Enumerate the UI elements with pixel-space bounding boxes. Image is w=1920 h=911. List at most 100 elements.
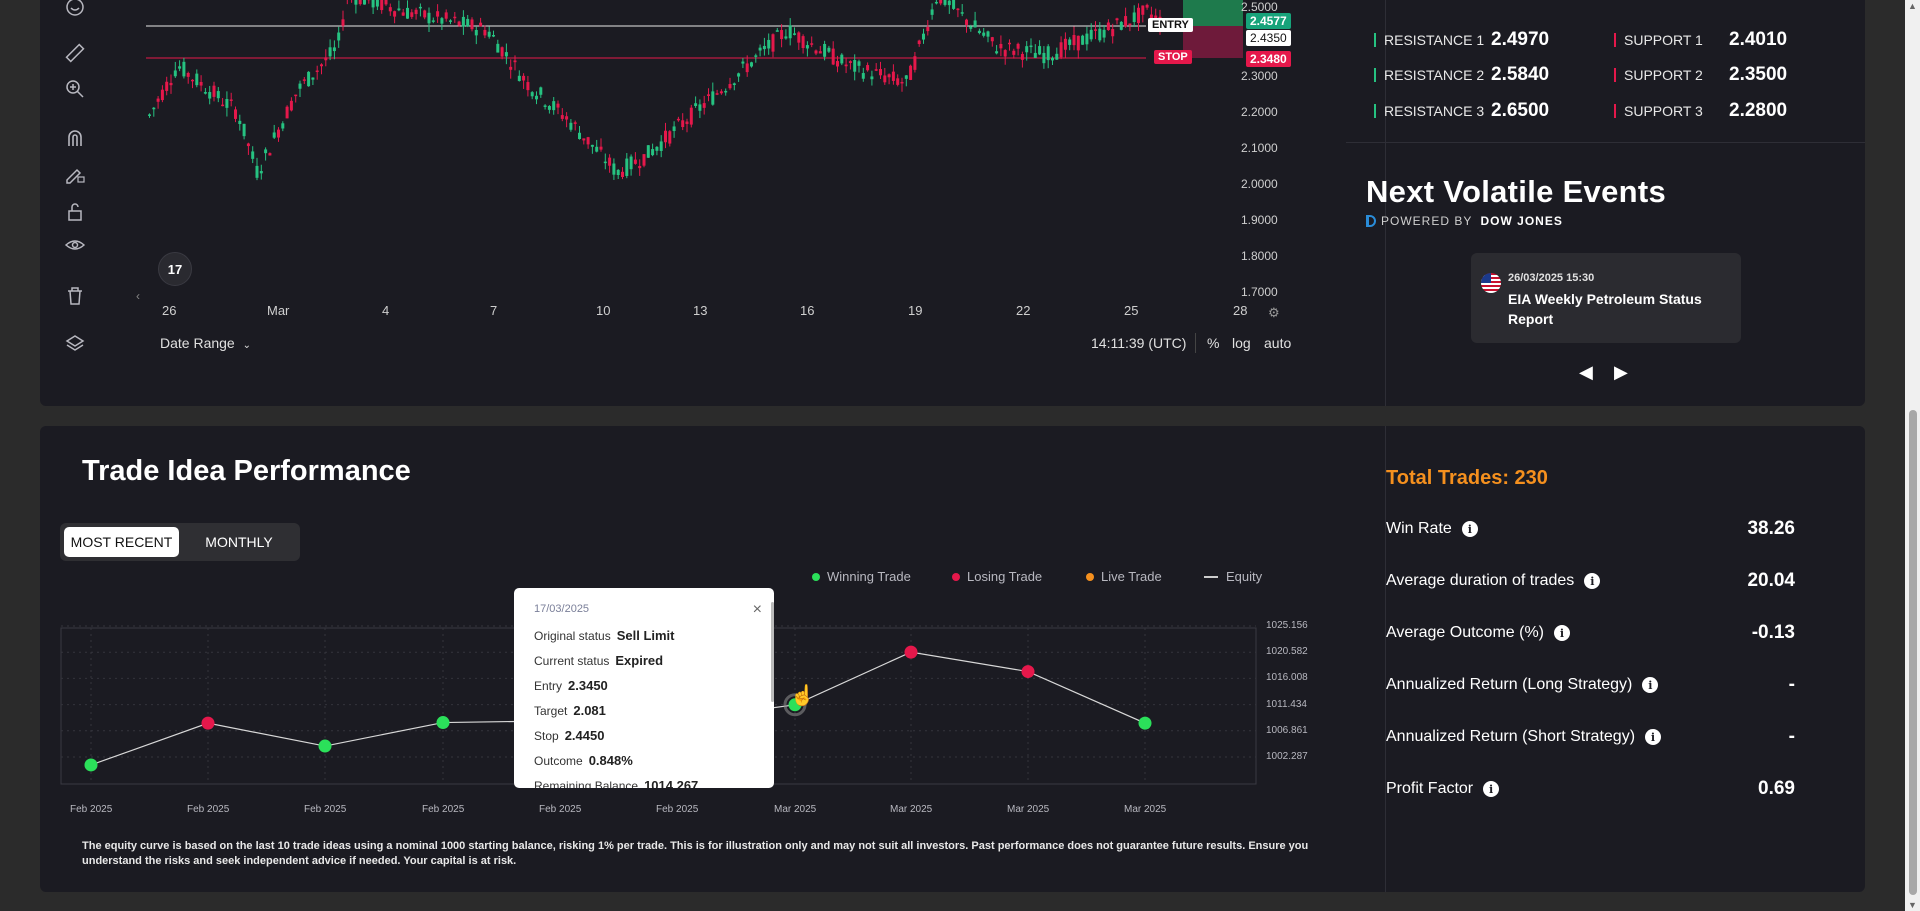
candle xyxy=(603,153,607,170)
smile-icon[interactable] xyxy=(60,0,90,21)
candle xyxy=(1046,44,1050,69)
equity-x-tick: Feb 2025 xyxy=(304,804,347,815)
collapse-toolbar-icon[interactable]: ‹ xyxy=(136,289,140,303)
candle xyxy=(285,105,289,119)
ruler-icon[interactable] xyxy=(60,39,90,67)
candle xyxy=(982,27,986,38)
candle xyxy=(930,3,934,20)
candle xyxy=(449,19,452,25)
trash-icon[interactable] xyxy=(60,282,90,310)
disclaimer: The equity curve is based on the last 10… xyxy=(82,840,1309,867)
candle xyxy=(625,153,629,179)
entry-price-tag: 2.4350 xyxy=(1246,30,1291,46)
info-icon[interactable]: i xyxy=(1645,729,1662,745)
time-tick-label: 4 xyxy=(382,303,390,318)
candle xyxy=(861,67,865,82)
prev-event-button[interactable]: ◀ xyxy=(1579,362,1593,383)
resistance-row: RESISTANCE 1 xyxy=(1374,32,1484,48)
candle xyxy=(427,7,431,32)
candle xyxy=(831,41,835,66)
candle xyxy=(866,62,870,72)
info-icon[interactable]: i xyxy=(1584,573,1601,589)
candle xyxy=(904,75,908,87)
candle xyxy=(238,114,242,131)
info-icon[interactable]: i xyxy=(1642,677,1659,693)
equity-x-tick: Mar 2025 xyxy=(1007,804,1050,815)
candle xyxy=(1055,47,1059,60)
candle xyxy=(1008,39,1011,51)
equity-y-tick: 1020.582 xyxy=(1266,646,1308,658)
candle xyxy=(371,0,375,15)
time-tick-label: 28 xyxy=(1233,303,1248,318)
time-tick-label: 13 xyxy=(693,303,708,318)
candle xyxy=(431,17,435,24)
candle xyxy=(384,0,388,6)
axis-settings-icon[interactable]: ⚙ xyxy=(1268,305,1280,321)
percent-scale-toggle[interactable]: % xyxy=(1207,335,1219,351)
tab-most-recent[interactable]: MOST RECENT xyxy=(64,527,179,557)
candle xyxy=(418,3,422,17)
candle xyxy=(659,135,663,158)
price-tick-label: 2.2000 xyxy=(1241,105,1278,119)
candle xyxy=(672,121,676,138)
resistance-row: RESISTANCE 3 xyxy=(1374,103,1484,119)
support-marker xyxy=(1614,68,1616,82)
popup-row: Stop 2.4450 xyxy=(534,728,604,743)
log-scale-toggle[interactable]: log xyxy=(1232,335,1251,351)
popup-label: Original status xyxy=(534,629,611,643)
candle xyxy=(638,159,642,176)
candle xyxy=(909,64,913,81)
pencil-lock-icon[interactable] xyxy=(60,160,90,188)
close-icon[interactable]: × xyxy=(753,601,762,619)
resistance-label: RESISTANCE 3 xyxy=(1384,103,1485,119)
candle xyxy=(676,116,680,122)
lock-icon[interactable] xyxy=(60,198,90,226)
candle xyxy=(582,138,586,145)
scroll-thumb[interactable] xyxy=(1909,410,1917,895)
price-tick-label: 2.0000 xyxy=(1241,177,1278,191)
popup-scrollbar[interactable] xyxy=(771,602,774,702)
price-chart[interactable] xyxy=(146,0,1256,300)
info-icon[interactable]: i xyxy=(1483,781,1500,797)
info-icon[interactable]: i xyxy=(1461,521,1478,537)
eye-icon[interactable] xyxy=(60,232,90,260)
price-tick-label: 2.5000 xyxy=(1241,0,1278,14)
date-range-dropdown[interactable]: Date Range ⌄ xyxy=(160,335,251,351)
candle xyxy=(737,72,741,82)
win-dot-icon xyxy=(812,572,820,581)
page-scrollbar[interactable]: ▲ ▼ xyxy=(1905,0,1920,911)
popup-label: Current status xyxy=(534,654,610,668)
candle xyxy=(977,28,981,35)
legend-losing-label: Losing Trade xyxy=(967,569,1043,584)
scroll-up-icon[interactable]: ▲ xyxy=(1908,1,1917,11)
candle xyxy=(711,82,715,106)
candle xyxy=(255,157,259,181)
support-value: 2.3500 xyxy=(1729,64,1788,85)
zoom-in-icon[interactable] xyxy=(60,75,90,103)
event-card[interactable]: 26/03/2025 15:30 EIA Weekly Petroleum St… xyxy=(1471,253,1741,343)
time-tick-label: 19 xyxy=(908,303,923,318)
tab-monthly[interactable]: MONTHLY xyxy=(184,527,294,557)
stat-value: 38.26 xyxy=(1747,518,1795,539)
candle xyxy=(1020,51,1024,68)
support-marker xyxy=(1614,104,1616,118)
candle xyxy=(917,39,921,47)
stat-label: Annualized Return (Short Strategy) xyxy=(1386,728,1636,745)
candle xyxy=(1115,17,1119,25)
info-icon[interactable]: i xyxy=(1554,625,1570,641)
candle xyxy=(629,154,633,176)
candle xyxy=(805,41,809,57)
candle xyxy=(195,69,199,88)
auto-scale-toggle[interactable]: auto xyxy=(1264,335,1291,351)
candle xyxy=(500,46,504,60)
candle xyxy=(341,10,345,31)
candle xyxy=(414,7,418,20)
magnet-icon[interactable] xyxy=(60,124,90,152)
candle xyxy=(440,16,444,30)
popup-row: Outcome 0.848% xyxy=(534,753,633,768)
layers-icon[interactable] xyxy=(60,330,90,358)
next-event-button[interactable]: ▶ xyxy=(1614,362,1628,383)
stat-label-row: Annualized Return (Short Strategy) i xyxy=(1386,728,1662,746)
scroll-down-icon[interactable]: ▼ xyxy=(1908,900,1917,910)
candle xyxy=(724,88,728,96)
